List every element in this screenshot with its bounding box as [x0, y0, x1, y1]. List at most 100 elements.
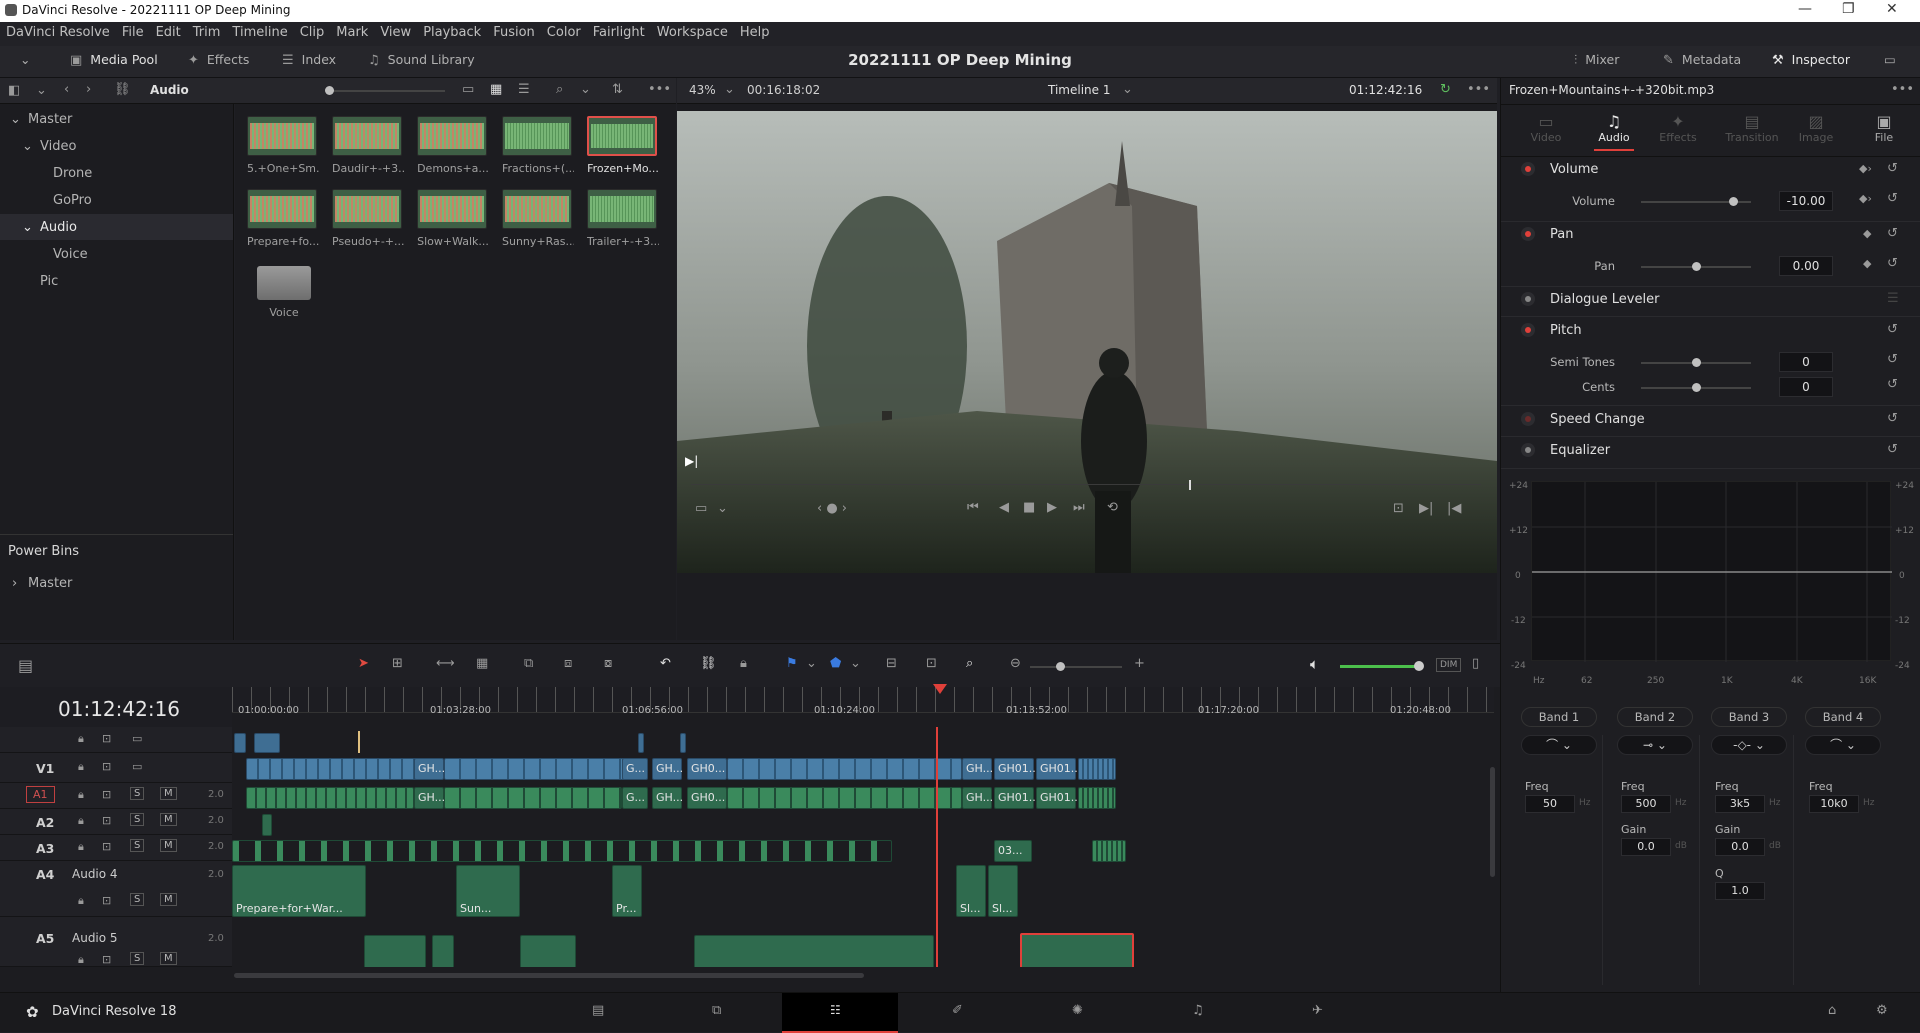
audio-clip-group[interactable] — [727, 787, 962, 809]
prev-edit-icon[interactable]: |◀ — [1447, 501, 1461, 516]
band-3-q-field[interactable]: 1.0 — [1715, 882, 1765, 900]
menu-workspace[interactable]: Workspace — [651, 22, 734, 40]
menu-trim[interactable]: Trim — [187, 22, 227, 40]
speaker-icon[interactable]: 🔈︎ — [1310, 655, 1319, 673]
audio-clip-sunny[interactable]: Sun... — [456, 865, 520, 917]
volume-level-slider[interactable] — [1340, 665, 1420, 668]
tab-transition[interactable]: ▤ Transition — [1717, 112, 1787, 144]
audio-clip[interactable]: GH01... — [1036, 787, 1081, 809]
pan-knob[interactable] — [1692, 262, 1701, 271]
menu-file[interactable]: File — [116, 22, 150, 40]
overwrite-clip-icon[interactable]: ⧈ — [564, 656, 572, 671]
blade-tool-icon[interactable]: ▦ — [476, 656, 488, 671]
timeline-tracks-area[interactable]: GH... G... GH... GH0... GH... GH01... GH… — [232, 727, 1494, 967]
volume-enable-toggle[interactable] — [1521, 162, 1535, 176]
semitones-slider[interactable] — [1641, 358, 1751, 367]
solo-button[interactable]: S — [130, 893, 145, 906]
clip-thumbnail[interactable]: Trailer+-+3... — [587, 189, 659, 248]
zoom-full-icon[interactable]: ⊟ — [886, 656, 897, 671]
more-options-icon[interactable]: ••• — [1891, 82, 1914, 97]
chevron-down-icon[interactable]: ⌄ — [1122, 82, 1133, 97]
mute-button[interactable]: M — [160, 952, 177, 965]
lock-icon[interactable]: 🔒︎ — [78, 760, 84, 774]
timeline-selector[interactable]: Timeline 1 — [1048, 83, 1110, 97]
band-4-freq-field[interactable]: 10k0 — [1809, 795, 1859, 813]
media-page-icon[interactable]: ▤ — [592, 1003, 604, 1018]
bin-master[interactable]: Master — [28, 112, 72, 127]
dim-button[interactable]: DIM — [1436, 658, 1462, 672]
speed-change-toggle[interactable] — [1521, 412, 1535, 426]
play-to-end-icon[interactable]: ▶| — [685, 454, 698, 468]
bin-voice[interactable]: Voice — [53, 247, 88, 262]
back-icon[interactable]: ‹ — [64, 82, 69, 97]
video-frame[interactable] — [677, 111, 1497, 573]
audio-clip[interactable]: Pr... — [612, 865, 642, 917]
chevron-down-icon[interactable]: ⌄ — [717, 501, 728, 516]
keyframe-icon[interactable]: ◆ — [1863, 227, 1871, 240]
solo-button[interactable]: S — [130, 952, 145, 965]
menu-mark[interactable]: Mark — [330, 22, 374, 40]
lock-icon[interactable]: 🔒︎ — [78, 732, 84, 746]
band-2-freq-field[interactable]: 500 — [1621, 795, 1671, 813]
collapse-video-icon[interactable]: ⌄ — [22, 139, 33, 154]
menu-timeline[interactable]: Timeline — [226, 22, 293, 40]
video-clip[interactable] — [234, 733, 246, 753]
mute-button[interactable]: M — [160, 813, 177, 826]
scrubber-playhead[interactable] — [1189, 480, 1191, 490]
dialogue-leveler-toggle[interactable] — [1521, 292, 1535, 306]
audio-clip[interactable]: GH... — [652, 787, 683, 809]
auto-select-icon[interactable]: ⊡ — [102, 840, 111, 853]
zoom-in-icon[interactable]: + — [1134, 656, 1145, 671]
menu-view[interactable]: View — [374, 22, 417, 40]
sort-icon[interactable]: ⇅ — [612, 82, 623, 97]
thumbnail-size-slider[interactable] — [325, 86, 445, 95]
audio-clip[interactable]: GH... — [962, 787, 993, 809]
marker-icon[interactable]: ⬟ — [830, 656, 841, 671]
band-4-button[interactable]: Band 4 — [1805, 707, 1881, 727]
bin-gopro[interactable]: GoPro — [53, 193, 92, 208]
video-clip-group[interactable] — [246, 758, 426, 780]
play-icon[interactable]: ▶ — [1047, 500, 1057, 515]
lock-icon[interactable]: 🔒︎ — [78, 814, 84, 828]
band-3-gain-field[interactable]: 0.0 — [1715, 838, 1765, 856]
menu-davinci[interactable]: DaVinci Resolve — [0, 22, 116, 40]
playhead-handle[interactable] — [933, 684, 947, 694]
band-1-filter-select[interactable]: ⌒ ⌄ — [1521, 735, 1597, 755]
chevron-down-icon[interactable]: ⌄ — [850, 656, 861, 671]
minimize-icon[interactable]: — — [1798, 1, 1812, 17]
eq-graph[interactable] — [1531, 481, 1892, 662]
selection-tool-icon[interactable]: ➤ — [358, 656, 369, 671]
tab-image[interactable]: ▨ Image — [1791, 112, 1841, 144]
stop-icon[interactable]: ■ — [1023, 500, 1035, 515]
video-clip-group[interactable] — [727, 758, 962, 780]
keyframe-icon[interactable]: ◆› — [1859, 192, 1872, 205]
collapse-audio-icon[interactable]: ⌄ — [22, 220, 33, 235]
linked-selection-icon[interactable]: ⛓ — [700, 656, 717, 671]
solo-button[interactable]: S — [130, 813, 145, 826]
video-clip-group[interactable] — [444, 758, 634, 780]
audio-clip[interactable]: G... — [622, 787, 648, 809]
sync-icon[interactable]: ↻ — [1440, 82, 1451, 97]
mute-button[interactable]: M — [160, 893, 177, 906]
snapping-icon[interactable]: ↶ — [660, 656, 671, 671]
track-enable-icon[interactable]: ▭ — [132, 760, 142, 773]
clip-thumbnail[interactable]: Slow+Walk... — [417, 189, 489, 248]
cents-slider[interactable] — [1641, 383, 1751, 392]
settings-gear-icon[interactable]: ⚙ — [1876, 1003, 1888, 1018]
pitch-enable-toggle[interactable] — [1521, 323, 1535, 337]
position-lock-icon[interactable]: 🔒︎ — [740, 656, 747, 671]
tab-effects[interactable]: ✦ Effects — [1653, 112, 1703, 144]
volume-slider[interactable] — [1641, 197, 1751, 206]
audio-clip[interactable]: Sl... — [956, 865, 986, 917]
fairlight-page-icon[interactable]: ♫ — [1192, 1003, 1204, 1018]
collapse-master-icon[interactable]: ⌄ — [10, 112, 21, 127]
replace-clip-icon[interactable]: ⧇ — [604, 656, 612, 671]
cut-page-icon[interactable]: ⧉ — [712, 1003, 721, 1018]
clip-thumbnail[interactable]: Pseudo+-+... — [332, 189, 404, 248]
clip-thumbnail[interactable]: Demons+a... — [417, 116, 489, 175]
thumbnail-view-icon[interactable]: ▦ — [490, 82, 502, 97]
video-clip[interactable] — [254, 733, 280, 753]
fusion-page-icon[interactable]: ✐ — [952, 1003, 963, 1018]
band-4-filter-select[interactable]: ⌒ ⌄ — [1805, 735, 1881, 755]
audio-clip-group[interactable] — [444, 787, 622, 809]
